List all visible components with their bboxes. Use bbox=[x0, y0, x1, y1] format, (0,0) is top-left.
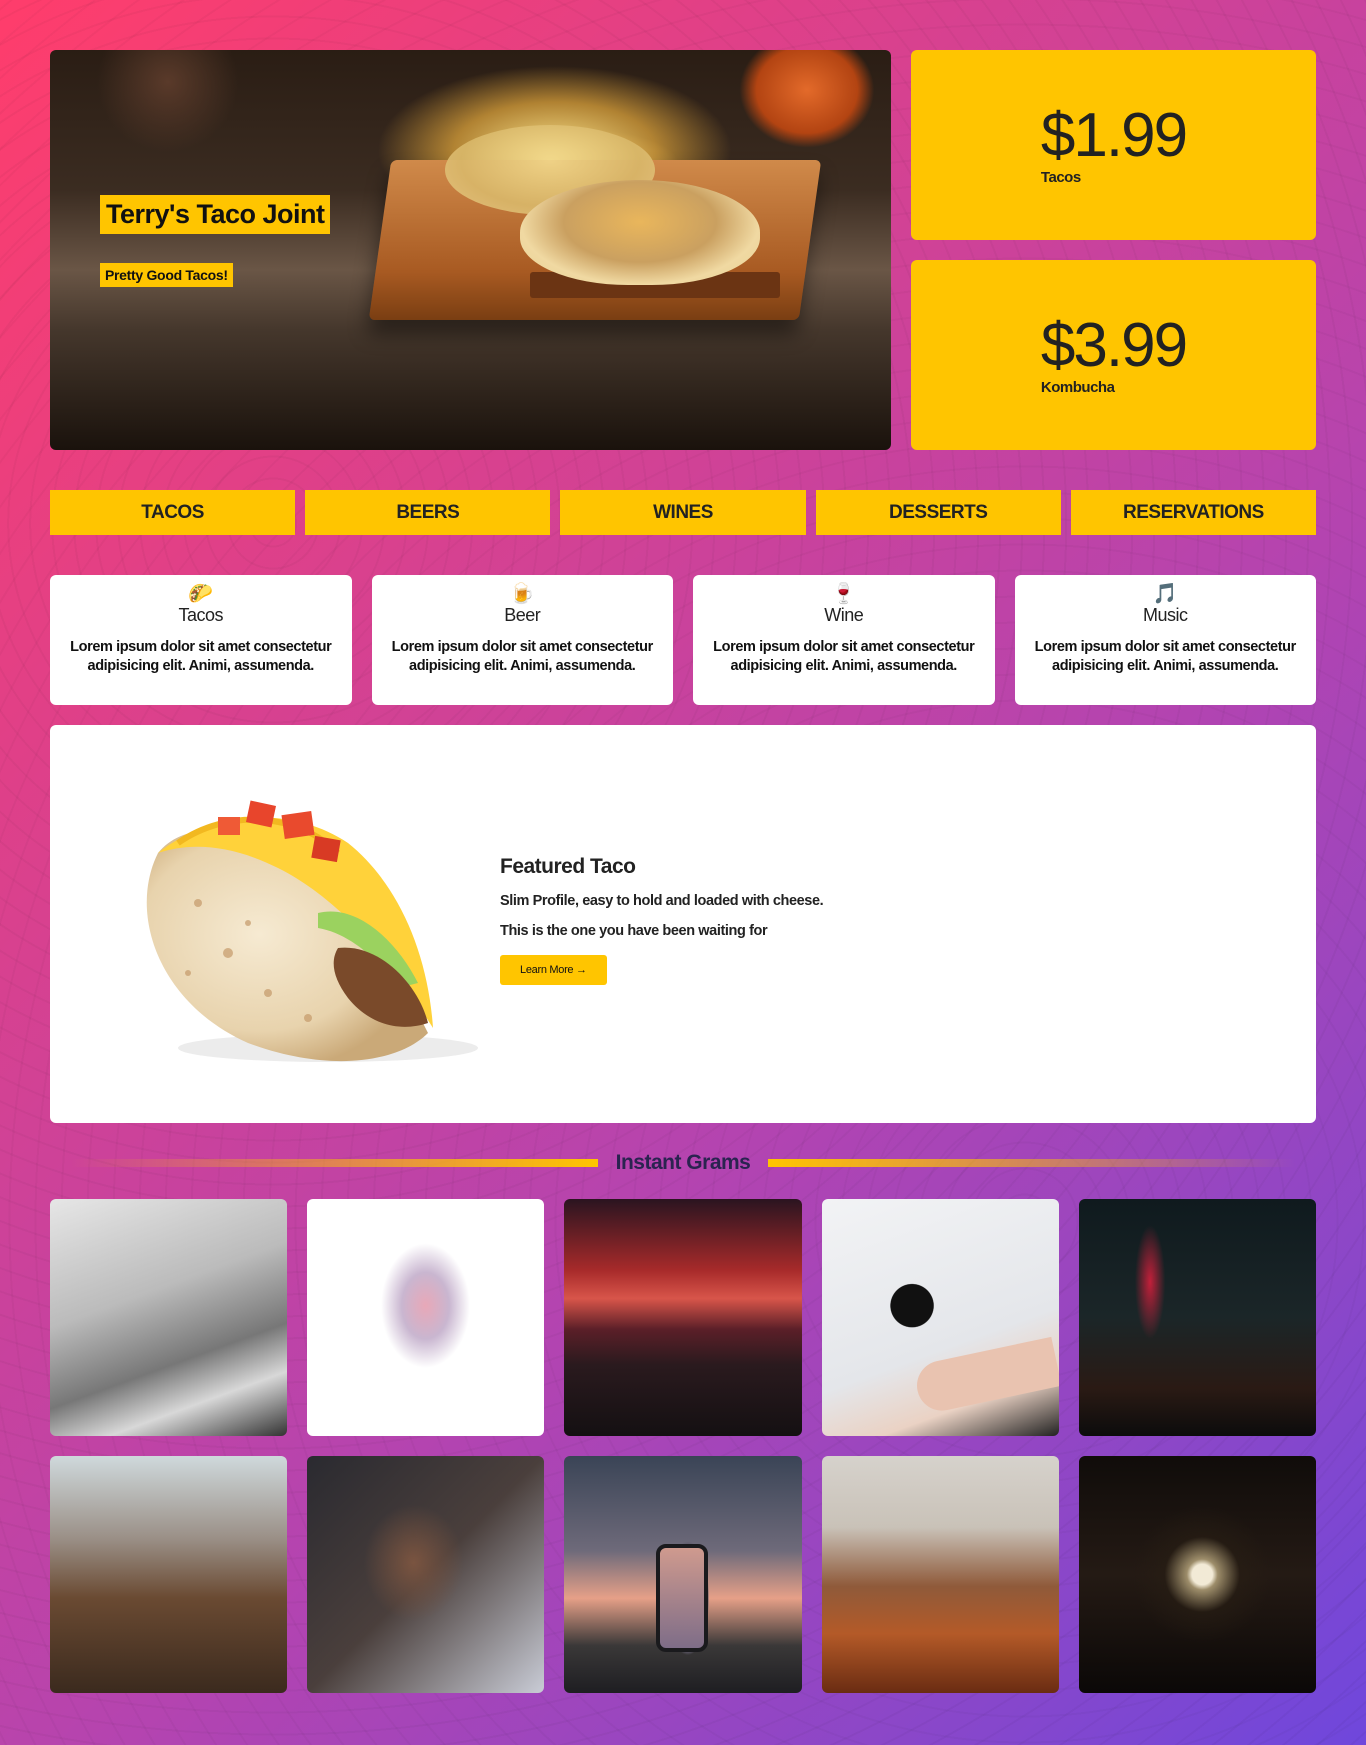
beer-icon: 🍺 bbox=[509, 583, 535, 605]
night-street-photo[interactable] bbox=[1078, 1199, 1316, 1436]
feature-title: Beer bbox=[504, 605, 541, 625]
price-amount: $3.99 bbox=[1040, 310, 1188, 380]
arm-shape bbox=[912, 1336, 1059, 1416]
instant-grams-title: Instant Grams bbox=[615, 1151, 751, 1174]
price-card-kombucha: $3.99 Kombucha bbox=[911, 260, 1316, 450]
featured-title: Featured Taco bbox=[500, 855, 636, 878]
phone-sunset-photo[interactable] bbox=[564, 1456, 802, 1693]
learn-more-button[interactable]: Learn More → bbox=[500, 955, 607, 985]
nav-wines[interactable]: WINES bbox=[560, 490, 806, 535]
nav-tacos[interactable]: TACOS bbox=[50, 490, 296, 535]
flowers-photo[interactable] bbox=[307, 1199, 545, 1436]
feature-card-music: 🎵 Music Lorem ipsum dolor sit amet conse… bbox=[1014, 575, 1316, 705]
bathtub-photo[interactable] bbox=[50, 1199, 288, 1436]
feature-card-beer: 🍺 Beer Lorem ipsum dolor sit amet consec… bbox=[371, 575, 673, 705]
sunset-lake-photo[interactable] bbox=[564, 1199, 802, 1436]
divider-left bbox=[70, 1159, 598, 1167]
main-nav: TACOS BEERS WINES DESSERTS RESERVATIONS bbox=[50, 490, 1317, 535]
hero-title: Terry's Taco Joint bbox=[100, 195, 331, 234]
price-card-tacos: $1.99 Tacos bbox=[911, 50, 1316, 240]
featured-taco-image bbox=[146, 800, 478, 1062]
featured-text-block: Featured Taco Slim Profile, easy to hold… bbox=[500, 855, 824, 985]
feature-title: Tacos bbox=[178, 605, 224, 625]
feature-title: Music bbox=[1142, 605, 1188, 625]
couple-kiss-photo[interactable] bbox=[307, 1456, 545, 1693]
feature-text: Lorem ipsum dolor sit amet consectetur a… bbox=[1034, 639, 1297, 674]
page-wrapper: Terry's Taco Joint Pretty Good Tacos! $1… bbox=[50, 50, 1317, 1693]
nav-reservations[interactable]: RESERVATIONS bbox=[1070, 490, 1317, 535]
foggy-forest-photo[interactable] bbox=[821, 1456, 1059, 1693]
featured-taco-section: Featured Taco Slim Profile, easy to hold… bbox=[50, 725, 1316, 1123]
hero-banner: Terry's Taco Joint Pretty Good Tacos! bbox=[50, 50, 891, 450]
bird-on-arm-photo[interactable] bbox=[821, 1199, 1059, 1436]
moon-photo[interactable] bbox=[1078, 1456, 1316, 1693]
price-panels: $1.99 Tacos $3.99 Kombucha bbox=[911, 50, 1316, 450]
nav-beers[interactable]: BEERS bbox=[305, 490, 551, 535]
feature-title: Wine bbox=[824, 605, 864, 625]
feature-text: Lorem ipsum dolor sit amet consectetur a… bbox=[713, 639, 975, 674]
price-label: Tacos bbox=[1040, 168, 1081, 186]
instant-grams-grid bbox=[50, 1199, 1316, 1693]
phone-shape bbox=[656, 1544, 709, 1652]
hero-taco-front bbox=[520, 180, 760, 285]
feature-text: Lorem ipsum dolor sit amet consectetur a… bbox=[70, 639, 332, 674]
featured-line-2: This is the one you have been waiting fo… bbox=[500, 923, 768, 939]
feature-card-tacos: 🌮 Tacos Lorem ipsum dolor sit amet conse… bbox=[50, 575, 352, 705]
feature-card-wine: 🍷 Wine Lorem ipsum dolor sit amet consec… bbox=[693, 575, 995, 705]
features-row: 🌮 Tacos Lorem ipsum dolor sit amet conse… bbox=[50, 575, 1316, 705]
wine-glass-icon: 🍷 bbox=[831, 583, 857, 605]
feature-text: Lorem ipsum dolor sit amet consectetur a… bbox=[391, 639, 654, 674]
music-note-icon: 🎵 bbox=[1152, 583, 1178, 605]
divider-right bbox=[768, 1159, 1296, 1167]
nav-desserts[interactable]: DESSERTS bbox=[815, 490, 1061, 535]
price-amount: $1.99 bbox=[1040, 100, 1188, 170]
sunflower-field-photo[interactable] bbox=[50, 1456, 288, 1693]
hero-subtitle: Pretty Good Tacos! bbox=[100, 263, 233, 287]
price-label: Kombucha bbox=[1040, 378, 1115, 396]
featured-line-1: Slim Profile, easy to hold and loaded wi… bbox=[500, 893, 824, 909]
instant-grams-header: Instant Grams bbox=[50, 1143, 1316, 1183]
taco-icon: 🌮 bbox=[188, 583, 214, 605]
top-section: Terry's Taco Joint Pretty Good Tacos! $1… bbox=[50, 50, 1316, 450]
